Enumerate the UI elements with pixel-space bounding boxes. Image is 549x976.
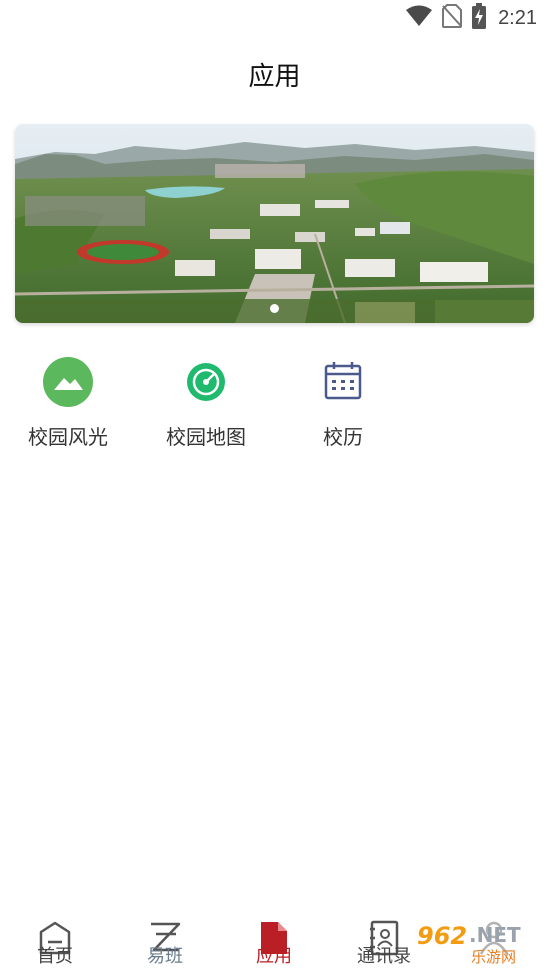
nav-label: 首页	[37, 946, 73, 967]
nav-item-apps[interactable]: 应用	[219, 896, 329, 976]
svg-text:962: 962	[417, 922, 467, 950]
banner-carousel[interactable]	[15, 124, 534, 323]
status-time: 2:21	[498, 6, 537, 29]
app-label: 校历	[323, 425, 363, 449]
no-sim-icon	[442, 4, 463, 32]
status-icons: 2:21	[405, 3, 537, 33]
app-label: 校园风光	[28, 425, 108, 449]
battery-charging-icon	[471, 3, 487, 33]
app-label: 校园地图	[166, 425, 246, 449]
radar-map-icon	[180, 356, 232, 408]
landscape-icon	[42, 356, 94, 408]
watermark-logo: 962 .NET 乐游网	[409, 912, 541, 968]
app-campus-scenery[interactable]: 校园风光	[0, 356, 136, 450]
svg-text:.NET: .NET	[469, 923, 521, 947]
svg-text:乐游网: 乐游网	[471, 948, 516, 966]
nav-item-yiban[interactable]: 易班	[110, 896, 220, 976]
nav-label: 应用	[256, 946, 292, 967]
campus-aerial-photo	[15, 124, 534, 323]
wifi-icon	[405, 5, 433, 31]
nav-label: 易班	[147, 946, 183, 967]
app-school-calendar[interactable]: 校历	[275, 356, 411, 450]
calendar-icon	[317, 356, 369, 408]
status-bar: 2:21	[0, 0, 549, 36]
app-campus-map[interactable]: 校园地图	[138, 356, 274, 450]
page-title: 应用	[248, 62, 301, 92]
banner-dot-active[interactable]	[270, 304, 279, 313]
nav-item-home[interactable]: 首页	[0, 896, 110, 976]
banner-pagination	[15, 304, 534, 313]
